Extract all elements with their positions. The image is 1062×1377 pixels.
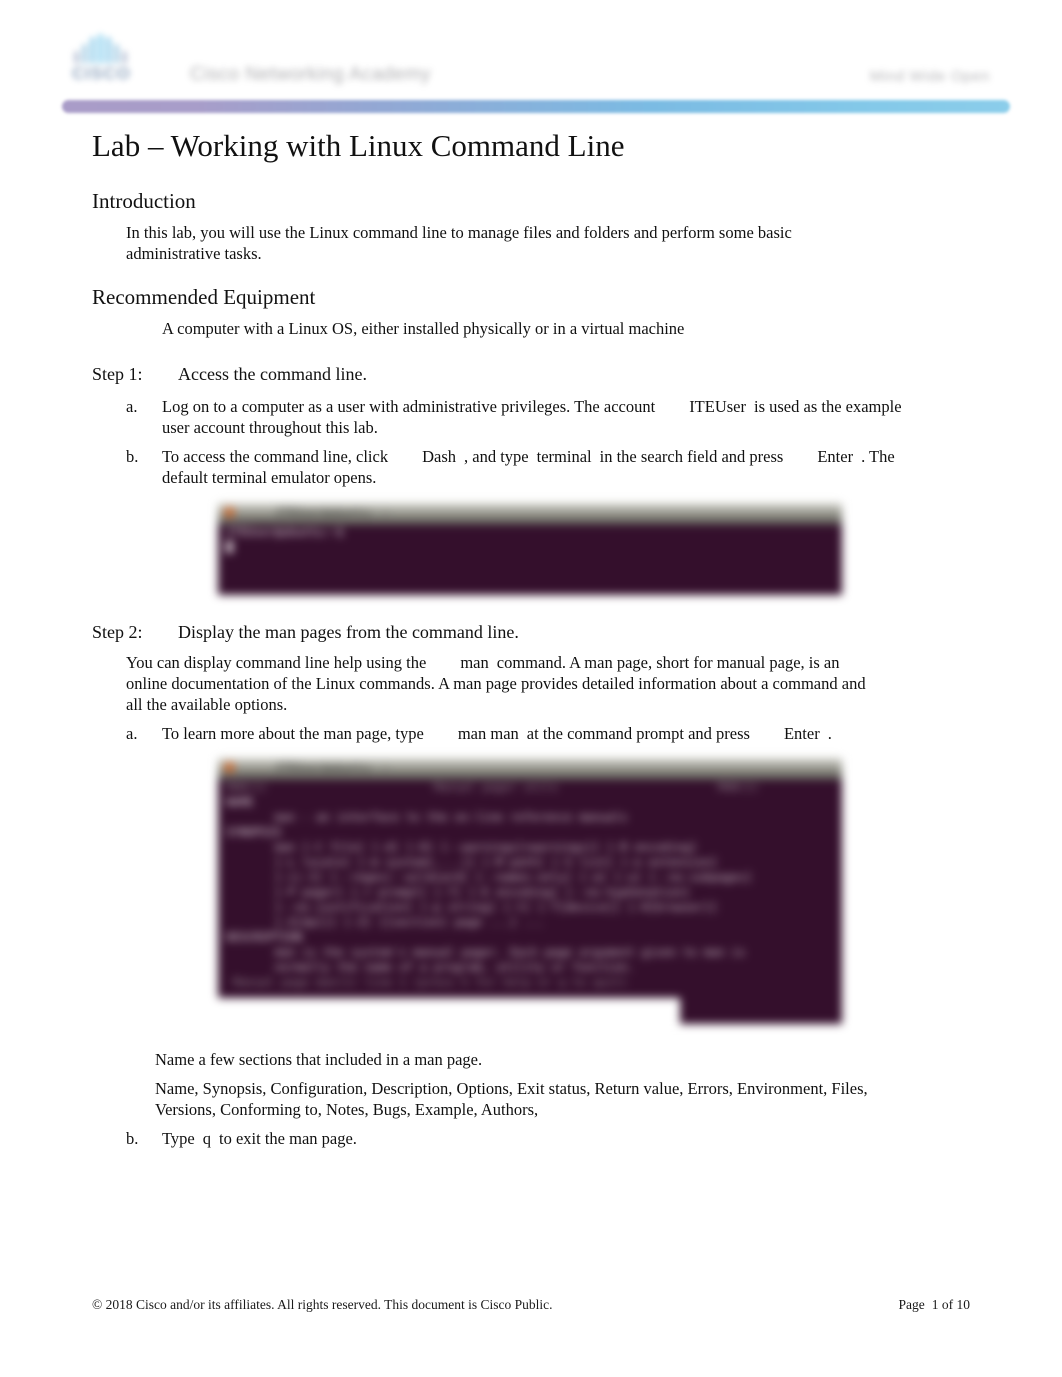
screenshot-man-page-window: ITEUser@ubuntu: ~ MAN(1) Manual pager ut…	[218, 758, 842, 1024]
footer-page-total: 10	[956, 1297, 971, 1312]
terminal-title-bar: ITEUser@ubuntu: ~	[218, 503, 842, 525]
header-brand-text: Cisco Networking Academy	[190, 64, 431, 85]
header-row: CISCO Cisco Networking Academy Mind Wide…	[62, 28, 1010, 113]
screenshot-crop-notch	[218, 998, 680, 1024]
step-2b-cmd-q: q	[202, 1129, 212, 1148]
document-header: CISCO Cisco Networking Academy Mind Wide…	[62, 28, 1010, 116]
window-controls-icon	[224, 507, 235, 518]
step-2-title: Display the man pages from the command l…	[178, 622, 519, 642]
terminal-line: MAN(1) Manual pager utils MAN(1)	[226, 780, 760, 794]
terminal-title-text: ITEUser@ubuntu: ~	[276, 761, 389, 774]
heading-introduction: Introduction	[92, 189, 196, 213]
cisco-logo: CISCO	[70, 32, 166, 90]
step-1-title: Access the command line.	[178, 364, 367, 384]
step-2-answer: Name, Synopsis, Configuration, Descripti…	[155, 1079, 868, 1119]
step-1a-text-before: Log on to a computer as a user with admi…	[162, 397, 656, 416]
list-marker: a.	[126, 724, 138, 743]
page-title: Lab – Working with Linux Command Line	[92, 128, 625, 163]
terminal-screen: ITEUser@ubuntu:~$	[218, 525, 842, 595]
header-gradient-rule	[62, 100, 1010, 113]
terminal-line: normally the name of a program, utility …	[226, 960, 635, 974]
list-marker: a.	[126, 397, 138, 416]
step-1b-cmd-terminal: terminal	[536, 447, 592, 466]
terminal-title-bar: ITEUser@ubuntu: ~	[218, 758, 842, 780]
list-item: a. To learn more about the man page, typ…	[126, 723, 926, 744]
step-2-item-b-text: Type q to exit the man page.	[162, 1128, 826, 1149]
terminal-line: [-i|-I] [--regex|--wildcard] [--names-on…	[226, 870, 753, 884]
terminal-cursor-icon	[226, 541, 233, 553]
terminal-title-text: ITEUser@ubuntu: ~	[276, 506, 389, 519]
window-controls-icon	[224, 762, 235, 773]
step-1b-key-dash: Dash	[422, 447, 457, 466]
step-2a-cmd-man-man: man man	[457, 724, 519, 743]
terminal-line: SYNOPSIS	[226, 825, 282, 839]
step-2b-part1: Type	[162, 1129, 195, 1148]
terminal-line: [-L locale] [-m system[,...]] [-M path] …	[226, 855, 718, 869]
step-1-label: Step 1:	[92, 364, 143, 384]
equipment-item-text: A computer with a Linux OS, either insta…	[162, 319, 685, 338]
step-1b-part1: To access the command line, click	[162, 447, 389, 466]
list-item: b. Type q to exit the man page.	[126, 1128, 826, 1149]
step-2a-part3: .	[827, 724, 832, 743]
cisco-wordmark: CISCO	[72, 64, 131, 83]
introduction-body: In this lab, you will use the Linux comm…	[126, 223, 792, 263]
step-1-item-b-text: To access the command line, click Dash , a…	[162, 446, 936, 488]
step-1b-key-enter: Enter	[817, 447, 854, 466]
terminal-line: ITEUser@ubuntu:~$	[226, 525, 344, 539]
step-2a-part1: To learn more about the man page, type	[162, 724, 424, 743]
heading-step-1: Step 1: Access the command line.	[92, 362, 367, 386]
document-page: CISCO Cisco Networking Academy Mind Wide…	[0, 0, 1062, 1377]
step-1-item-a-text: Log on to a computer as a user with admi…	[162, 396, 926, 438]
document-footer: © 2018 Cisco and/or its affiliates. All …	[92, 1296, 970, 1314]
footer-page-indicator: Page 1 of 10	[899, 1296, 971, 1314]
step-2-item-a-text: To learn more about the man page, type ma…	[162, 723, 926, 744]
step-2a-part2: at the command prompt and press	[526, 724, 750, 743]
list-marker: b.	[126, 447, 139, 466]
heading-recommended-equipment: Recommended Equipment	[92, 285, 316, 309]
step-1b-part2: , and type	[464, 447, 529, 466]
list-item: b. To access the command line, click Dash…	[126, 446, 936, 488]
footer-copyright: © 2018 Cisco and/or its affiliates. All …	[92, 1297, 553, 1312]
terminal-status-line: Manual page man(1) line 1 (press h for h…	[226, 975, 628, 989]
step-2-cmd-man: man	[460, 653, 489, 672]
header-tagline-text: Mind Wide Open	[869, 68, 990, 85]
step-1b-part3: in the search field and press	[599, 447, 784, 466]
terminal-line: NAME	[226, 795, 254, 809]
terminal-line: man - an interface to the on-line refere…	[226, 810, 628, 824]
screenshot-terminal-window: ITEUser@ubuntu: ~ ITEUser@ubuntu:~$	[218, 503, 842, 595]
terminal-line: [--no-justification] [-p string] [-t] [-…	[226, 900, 718, 914]
terminal-screen: MAN(1) Manual pager utils MAN(1) NAME ma…	[218, 780, 842, 1024]
step-2a-key-enter: Enter	[783, 724, 820, 743]
step-1a-emphasis: ITEUser	[689, 397, 746, 416]
terminal-line: man [-C file] [-d] [-D] [--warnings[=war…	[226, 840, 697, 854]
cisco-bridge-icon	[74, 34, 150, 64]
terminal-line: [-X[dpi]] [-Z] [[section] page ...] ...	[226, 915, 545, 929]
step-2-intro-paragraph: You can display command line help using …	[126, 652, 878, 715]
step-2b-part2: to exit the man page.	[219, 1129, 357, 1148]
footer-page-number: 1	[931, 1297, 939, 1312]
terminal-line: [-P pager] [-r prompt] [-7] [-E encoding…	[226, 885, 690, 899]
heading-step-2: Step 2: Display the man pages from the co…	[92, 620, 519, 644]
list-item: a. Log on to a computer as a user with a…	[126, 396, 926, 438]
step-2-question: Name a few sections that included in a m…	[155, 1050, 483, 1069]
step-2-label: Step 2:	[92, 622, 143, 642]
terminal-line: DESCRIPTION	[226, 930, 303, 944]
footer-page-label: Page	[898, 1297, 925, 1312]
terminal-cursor-line	[218, 540, 842, 555]
footer-page-of: of	[941, 1297, 954, 1312]
list-item: A computer with a Linux OS, either insta…	[126, 318, 886, 339]
list-marker: b.	[126, 1129, 139, 1148]
step-2-intro-part1: You can display command line help using …	[126, 653, 427, 672]
terminal-line: man is the system's manual pager. Each p…	[226, 945, 746, 959]
